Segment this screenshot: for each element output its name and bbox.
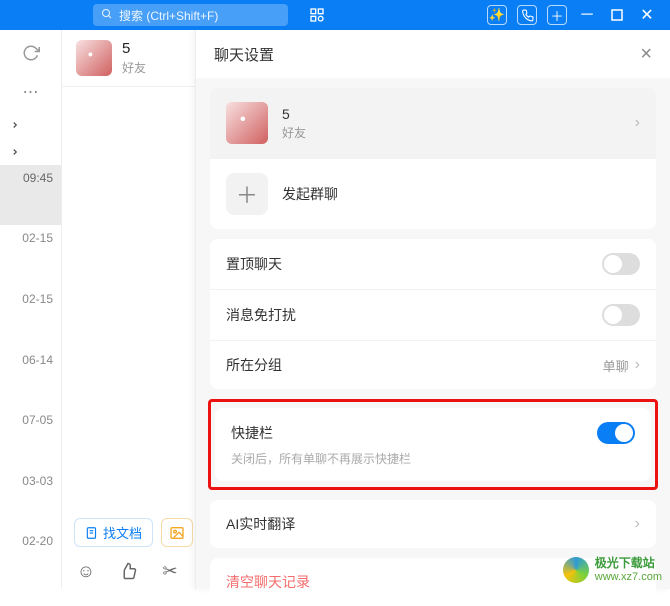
more-icon[interactable]: ⋯ (23, 82, 39, 102)
input-toolbar: ☺ ✂ (76, 561, 180, 581)
clear-card: 清空聊天记录 (210, 558, 656, 606)
add-button[interactable]: ＋ (542, 0, 572, 30)
profile-sub: 好友 (282, 124, 306, 141)
conv-item-0[interactable]: 09:45 (0, 165, 61, 226)
conv-item-4[interactable]: 07-05 (0, 407, 61, 468)
quickbar-highlight: 快捷栏 关闭后，所有单聊不再展示快捷栏 (208, 399, 658, 490)
chat-name: 5 (122, 40, 146, 57)
image-button[interactable] (161, 518, 193, 547)
search-placeholder: 搜索 (Ctrl+Shift+F) (119, 7, 218, 24)
clear-chat-row[interactable]: 清空聊天记录 (210, 558, 656, 606)
chat-settings-panel: 聊天设置 × 5 好友 › ＋ 发起群聊 置顶聊天 消息免打扰 所在分组 (195, 30, 670, 589)
quickbar-toggle[interactable] (597, 422, 635, 444)
search-input[interactable]: 搜索 (Ctrl+Shift+F) (93, 4, 288, 26)
avatar (226, 102, 268, 144)
chevron-right-icon: › (635, 114, 640, 132)
ai-translate-label: AI实时翻译 (226, 514, 295, 534)
refresh-icon[interactable] (22, 44, 40, 62)
conversation-sidebar: ⋯ 09:45 02-15 02-15 06-14 07-05 03-03 02… (0, 30, 62, 589)
group-label: 所在分组 (226, 355, 282, 375)
minimize-button[interactable]: ─ (572, 0, 602, 30)
pin-label: 置顶聊天 (226, 254, 282, 274)
panel-header: 聊天设置 × (196, 30, 670, 78)
panel-title: 聊天设置 (214, 44, 274, 65)
call-button[interactable] (512, 0, 542, 30)
apps-icon[interactable] (302, 0, 332, 30)
chat-sub: 好友 (122, 59, 146, 76)
find-doc-button[interactable]: 找文档 (74, 518, 153, 547)
pin-row[interactable]: 置顶聊天 (210, 239, 656, 289)
group-row[interactable]: 所在分组 单聊 › (210, 340, 656, 389)
expand-chevron-1[interactable] (0, 112, 61, 138)
profile-name: 5 (282, 106, 306, 122)
find-doc-label: 找文档 (103, 523, 142, 542)
ai-translate-row[interactable]: AI实时翻译 › (210, 500, 656, 548)
conv-item-5[interactable]: 03-03 (0, 468, 61, 529)
chevron-right-icon: › (635, 356, 640, 374)
close-icon[interactable]: × (640, 43, 652, 66)
emoji-icon[interactable]: ☺ (76, 561, 96, 581)
quickbar-row[interactable]: 快捷栏 关闭后，所有单聊不再展示快捷栏 (215, 408, 651, 481)
pin-toggle[interactable] (602, 253, 640, 275)
profile-row[interactable]: 5 好友 › (210, 88, 656, 158)
quickbar-card: 快捷栏 关闭后，所有单聊不再展示快捷栏 (215, 408, 651, 481)
thumbs-up-icon[interactable] (118, 561, 138, 581)
mute-row[interactable]: 消息免打扰 (210, 289, 656, 340)
mute-label: 消息免打扰 (226, 305, 296, 325)
options-card: 置顶聊天 消息免打扰 所在分组 单聊 › (210, 239, 656, 389)
conv-item-1[interactable]: 02-15 (0, 225, 61, 286)
mute-toggle[interactable] (602, 304, 640, 326)
clear-label: 清空聊天记录 (226, 572, 310, 592)
search-icon (101, 8, 113, 23)
sparkle-button[interactable]: ✨ (482, 0, 512, 30)
expand-chevron-2[interactable] (0, 138, 61, 164)
chevron-right-icon: › (635, 515, 640, 533)
avatar[interactable] (76, 40, 112, 76)
new-group-row[interactable]: ＋ 发起群聊 (210, 158, 656, 229)
ai-card: AI实时翻译 › (210, 500, 656, 548)
plus-icon: ＋ (226, 173, 268, 215)
quickbar-title: 快捷栏 (231, 423, 273, 443)
profile-card: 5 好友 › ＋ 发起群聊 (210, 88, 656, 229)
scissors-icon[interactable]: ✂ (160, 561, 180, 581)
maximize-button[interactable] (602, 0, 632, 30)
conv-item-2[interactable]: 02-15 (0, 286, 61, 347)
conv-item-3[interactable]: 06-14 (0, 347, 61, 408)
new-group-label: 发起群聊 (282, 184, 338, 204)
quickbar-desc: 关闭后，所有单聊不再展示快捷栏 (231, 450, 635, 467)
conv-item-6[interactable]: 02-20 (0, 528, 61, 589)
titlebar: 搜索 (Ctrl+Shift+F) ✨ ＋ ─ ✕ (0, 0, 670, 30)
close-button[interactable]: ✕ (632, 0, 662, 30)
group-value: 单聊 (603, 356, 629, 375)
